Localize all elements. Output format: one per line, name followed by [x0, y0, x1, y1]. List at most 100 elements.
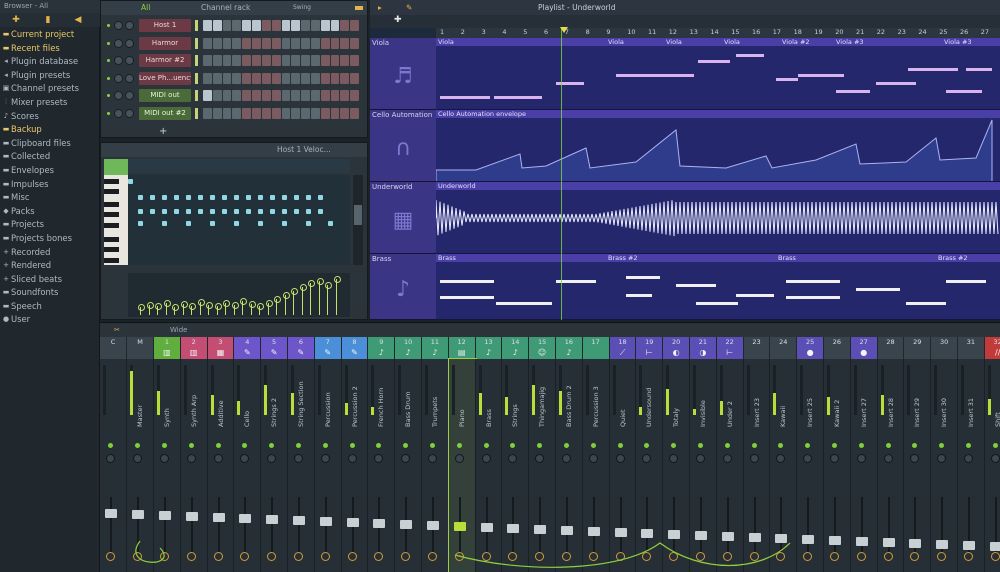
step-pad[interactable]	[252, 55, 261, 66]
step-pad[interactable]	[203, 20, 212, 31]
step-pad[interactable]	[242, 107, 252, 119]
volume-fader-handle[interactable]	[480, 523, 493, 532]
velocity-bar[interactable]	[265, 300, 273, 315]
snap-icon[interactable]: ✚	[394, 15, 402, 25]
mute-led[interactable]	[135, 443, 140, 448]
clip-name[interactable]: Viola	[438, 38, 454, 46]
velocity-bar[interactable]	[206, 302, 213, 315]
midi-note[interactable]	[736, 54, 764, 57]
mixer-strip-name[interactable]: Master	[136, 367, 145, 427]
volume-fader-handle[interactable]	[266, 515, 279, 524]
velocity-bar[interactable]	[274, 296, 281, 315]
step-pad[interactable]	[252, 90, 261, 101]
step-pad[interactable]	[203, 72, 212, 84]
piano-note[interactable]	[234, 195, 239, 200]
midi-note[interactable]	[440, 280, 494, 283]
pan-knob[interactable]	[454, 454, 464, 463]
piano-note[interactable]	[234, 209, 239, 214]
midi-note[interactable]	[736, 294, 774, 297]
mute-led[interactable]	[510, 443, 516, 448]
channel-name-button[interactable]: MIDI out	[139, 89, 191, 102]
mixer-insert-header[interactable]: 24	[770, 337, 798, 359]
pan-knob[interactable]	[428, 454, 437, 463]
velocity-lane[interactable]	[128, 273, 350, 317]
mixer-insert-header[interactable]: 3 ▦	[207, 337, 235, 359]
midi-note[interactable]	[906, 302, 946, 305]
clip-name[interactable]: Brass	[438, 254, 456, 262]
mixer-insert-header[interactable]: 15 ☺	[529, 337, 556, 359]
filter-label[interactable]: All	[141, 1, 150, 15]
piano-note[interactable]	[246, 195, 251, 200]
browser-item[interactable]: ▣ Channel presets	[0, 82, 100, 96]
step-pad[interactable]	[203, 55, 212, 66]
mixer-insert-header[interactable]: 7 ✎	[314, 337, 342, 359]
audio-waveform[interactable]	[436, 182, 1000, 254]
pan-knob[interactable]	[588, 454, 598, 463]
step-pad[interactable]	[212, 37, 222, 49]
mixer-strip-name[interactable]: Piano	[458, 367, 467, 427]
midi-note[interactable]	[698, 60, 730, 63]
pan-knob[interactable]	[294, 454, 303, 463]
piano-note[interactable]	[138, 221, 143, 226]
piano-note[interactable]	[270, 209, 275, 214]
step-pad[interactable]	[320, 90, 330, 101]
piano-note[interactable]	[282, 209, 287, 214]
mixer-strip-name[interactable]: Thingamajig	[538, 367, 547, 427]
volume-fader-handle[interactable]	[561, 526, 573, 535]
mixer-insert-header[interactable]: 16 ♪	[556, 337, 583, 359]
step-pad[interactable]	[212, 72, 222, 84]
mute-led[interactable]	[885, 443, 891, 448]
step-pad[interactable]	[330, 55, 340, 66]
channel-led[interactable]	[107, 111, 110, 115]
step-pad[interactable]	[222, 90, 232, 101]
black-key[interactable]	[104, 223, 119, 228]
piano-note[interactable]	[258, 195, 263, 200]
file-icon[interactable]: ▮	[42, 15, 54, 25]
step-pad[interactable]	[252, 20, 261, 31]
channel-led[interactable]	[107, 41, 110, 45]
channel-led[interactable]	[107, 94, 110, 97]
automation-curve[interactable]	[436, 110, 1000, 182]
mixer-insert-header[interactable]: 12 ▤	[448, 337, 476, 359]
step-pad[interactable]	[203, 90, 212, 101]
mute-led[interactable]	[805, 443, 811, 448]
mute-led[interactable]	[483, 443, 489, 448]
mute-led[interactable]	[456, 443, 462, 448]
mixer-strip-name[interactable]: Percussion	[324, 367, 333, 427]
mute-led[interactable]	[403, 443, 409, 448]
pan-knob[interactable]	[320, 454, 330, 463]
step-pad[interactable]	[232, 90, 242, 101]
step-pad[interactable]	[242, 90, 252, 101]
velocity-bar[interactable]	[138, 304, 145, 315]
browser-item[interactable]: ● User	[0, 313, 100, 327]
piano-note[interactable]	[186, 221, 191, 226]
volume-fader-handle[interactable]	[400, 520, 413, 529]
mixer-strip-name[interactable]: Insert 29	[913, 367, 922, 427]
browser-item[interactable]: ▬ Clipboard files	[0, 137, 100, 151]
step-pad[interactable]	[232, 37, 242, 49]
piano-roll-ruler[interactable]	[128, 159, 350, 173]
browser-item[interactable]: ▬ Misc	[0, 191, 100, 205]
mute-led[interactable]	[215, 443, 221, 448]
pan-knob[interactable]	[856, 454, 866, 463]
mute-led[interactable]	[644, 443, 650, 448]
step-pad[interactable]	[340, 107, 350, 119]
speaker-icon[interactable]: ◀	[72, 15, 84, 25]
channel-name-button[interactable]: Harmor	[139, 36, 191, 50]
step-pad[interactable]	[222, 20, 232, 31]
step-pad[interactable]	[330, 20, 340, 31]
black-key[interactable]	[104, 189, 119, 194]
playlist-lane[interactable]: Underworld	[436, 182, 1000, 254]
channel-row[interactable]: Harmor	[105, 36, 363, 51]
step-pad[interactable]	[320, 107, 330, 119]
pan-knob[interactable]	[114, 73, 123, 83]
mute-led[interactable]	[269, 443, 275, 448]
pan-knob[interactable]	[749, 454, 759, 463]
step-pad[interactable]	[350, 20, 359, 31]
mute-led[interactable]	[537, 443, 543, 448]
volume-knob[interactable]	[125, 108, 134, 118]
browser-item[interactable]: + Sliced beats	[0, 273, 100, 287]
channel-select[interactable]	[195, 20, 198, 31]
volume-fader-handle[interactable]	[614, 528, 627, 537]
channel-row[interactable]: MIDI out #2	[105, 106, 363, 121]
